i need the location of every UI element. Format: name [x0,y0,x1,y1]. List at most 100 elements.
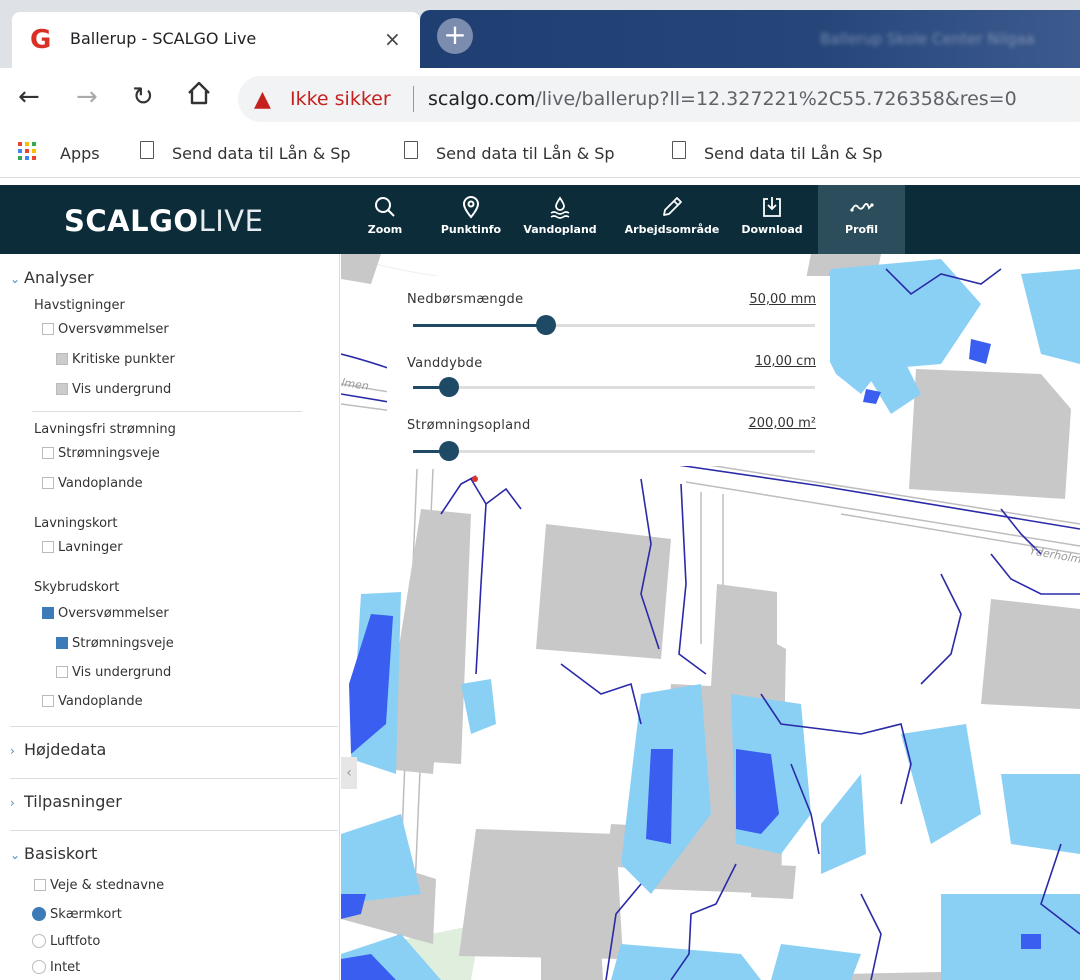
slider-handle[interactable] [439,441,460,461]
layer-hav-kritiske[interactable]: Kritiske punkter [56,352,175,367]
url-text[interactable]: scalgo.com/live/ballerup?ll=12.327221%2C… [428,88,1017,110]
slider-value-vanddybde[interactable]: 10,00 cm [755,354,816,369]
section-hojdedata[interactable]: › Højdedata [10,740,106,759]
bookmark-item[interactable]: Send data til Lån & Sp [172,144,351,163]
section-title: Analyser [24,268,94,287]
reload-icon[interactable]: ↻ [132,82,154,112]
scalgo-live-logo[interactable]: SCALGOLIVE [64,204,263,238]
tool-label: Download [741,223,803,236]
vandopland-tool-button[interactable]: Vandopland [520,185,600,254]
slider-handle[interactable] [439,377,460,397]
layer-label: Strømningsveje [58,446,160,461]
url-path: /live/ballerup?ll=12.327221%2C55.726358&… [535,88,1017,110]
checkbox-icon[interactable] [42,541,54,553]
profile-line-icon [849,203,874,212]
section-title: Basiskort [24,844,98,863]
chevron-down-icon: ⌄ [10,848,21,862]
page-icon [672,141,686,159]
download-icon [763,197,781,217]
profile-point-marker[interactable] [472,476,478,482]
slider-nedbor[interactable] [413,315,815,335]
checkbox-icon[interactable] [42,607,54,619]
layer-lf-vandoplande[interactable]: Vandoplande [42,476,143,491]
apps-grid-icon[interactable] [18,142,36,160]
radio-skaermkort[interactable]: Skærmkort [32,907,122,922]
radio-icon[interactable] [32,907,46,921]
layer-hav-undergrund[interactable]: Vis undergrund [56,382,171,397]
tab-title: Ballerup - SCALGO Live [70,29,257,48]
profil-tool-button[interactable]: Profil [818,185,905,254]
address-bar[interactable]: ▲ Ikke sikker scalgo.com/live/ballerup?l… [238,76,1080,122]
chevron-right-icon: › [10,796,15,810]
checkbox-icon[interactable] [56,637,68,649]
layer-bk-veje[interactable]: Veje & stednavne [34,878,164,893]
slider-value-nedbor[interactable]: 50,00 mm [749,292,816,307]
profile-parameters-panel: Nedbørsmængde 50,00 mm Vanddybde 10,00 c… [387,276,830,466]
punktinfo-tool-button[interactable]: Punktinfo [436,185,506,254]
page-icon [140,141,154,159]
layer-label: Intet [50,960,81,975]
chevron-down-icon: ⌄ [10,272,21,286]
radio-icon[interactable] [32,934,46,948]
section-tilpasninger[interactable]: › Tilpasninger [10,792,122,811]
bookmark-item[interactable]: Send data til Lån & Sp [704,144,883,163]
slider-stromningsopland[interactable] [413,441,815,461]
checkbox-icon[interactable] [42,695,54,707]
layer-sk-stromningsveje[interactable]: Strømningsveje [56,636,174,651]
divider [10,778,338,779]
omnibox-separator [413,86,414,112]
warning-icon: ▲ [254,87,271,112]
slider-value-stromningsopland[interactable]: 200,00 m² [749,416,817,431]
new-tab-button[interactable]: + [437,18,473,54]
radio-intet[interactable]: Intet [32,960,80,975]
layer-sk-vandoplande[interactable]: Vandoplande [42,694,143,709]
layer-lf-stromningsveje[interactable]: Strømningsveje [42,446,160,461]
checkbox-icon[interactable] [34,879,46,891]
blurred-tab-text: Ballerup Skole Center Nilgaa [820,30,1035,48]
radio-luftfoto[interactable]: Luftfoto [32,934,100,949]
layer-sk-oversvommelser[interactable]: Oversvømmelser [42,606,169,621]
logo-live: LIVE [198,204,264,238]
layer-label: Oversvømmelser [58,322,169,337]
slider-handle[interactable] [535,315,556,335]
scalgo-favicon-icon: G [30,25,52,55]
chevron-right-icon: › [10,744,15,758]
home-icon[interactable] [186,80,212,113]
section-basiskort[interactable]: ⌄ Basiskort [10,844,97,863]
group-lavningskort: Lavningskort [34,516,118,531]
arbejdsomrade-tool-button[interactable]: Arbejdsområde [616,185,728,254]
bookmarks-bar: Apps Send data til Lån & Sp Send data ti… [0,130,1080,178]
section-analyser[interactable]: ⌄ Analyser [10,268,94,287]
not-secure-label[interactable]: Ikke sikker [290,88,391,110]
checkbox-icon[interactable] [42,477,54,489]
inactive-tab-strip: Ballerup Skole Center Nilgaa [420,10,1080,68]
forward-icon[interactable]: → [76,82,98,112]
download-tool-button[interactable]: Download [736,185,808,254]
back-icon[interactable]: ← [18,82,40,112]
tool-label: Vandopland [523,223,597,236]
checkbox-icon[interactable] [56,666,68,678]
apps-bookmark[interactable]: Apps [60,144,100,163]
active-tab[interactable]: G Ballerup - SCALGO Live × [12,12,420,68]
bookmark-item[interactable]: Send data til Lån & Sp [436,144,615,163]
group-havstigninger: Havstigninger [34,298,125,313]
checkbox-icon[interactable] [42,447,54,459]
divider [10,726,338,727]
zoom-tool-button[interactable]: Zoom [360,185,410,254]
tool-label: Zoom [367,223,403,236]
layer-label: Vis undergrund [72,382,172,397]
tool-label: Punktinfo [440,223,502,236]
checkbox-icon[interactable] [42,323,54,335]
tab-close-icon[interactable]: × [384,27,401,51]
divider [10,830,338,831]
radio-icon[interactable] [32,960,46,974]
layer-sk-undergrund[interactable]: Vis undergrund [56,665,171,680]
slider-vanddybde[interactable] [413,377,815,397]
layer-lk-lavninger[interactable]: Lavninger [42,540,123,555]
layer-hav-oversvommelser[interactable]: Oversvømmelser [42,322,169,337]
slider-label-stromningsopland: Strømningsopland [407,418,531,433]
checkbox-icon[interactable] [56,383,68,395]
layer-label: Lavninger [58,540,123,555]
sidebar-collapse-button[interactable]: ‹ [341,757,357,789]
checkbox-icon[interactable] [56,353,68,365]
